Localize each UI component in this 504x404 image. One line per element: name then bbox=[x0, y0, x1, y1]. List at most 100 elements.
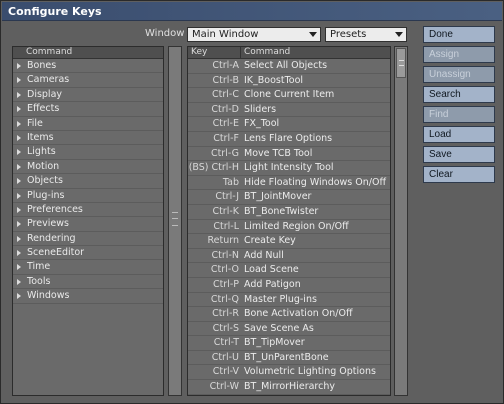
expand-arrow-icon[interactable] bbox=[17, 221, 21, 228]
key-cell: Return bbox=[207, 235, 239, 247]
expand-arrow-icon[interactable] bbox=[17, 250, 21, 257]
key-cell: Ctrl-F bbox=[213, 132, 239, 144]
expand-arrow-icon[interactable] bbox=[17, 206, 21, 213]
table-row[interactable]: Ctrl-S Save Scene As bbox=[188, 322, 390, 337]
command-cell: Move TCB Tool bbox=[244, 147, 313, 159]
table-row[interactable]: Ctrl-O Load Scene bbox=[188, 263, 390, 278]
expand-arrow-icon[interactable] bbox=[17, 178, 21, 185]
key-cell: Ctrl-N bbox=[211, 249, 239, 261]
table-row[interactable]: Ctrl-V Volumetric Lighting Options bbox=[188, 365, 390, 381]
command-cell: Lens Flare Options bbox=[244, 132, 333, 144]
command-cell: Bone Activation On/Off bbox=[244, 308, 353, 320]
command-cell: Master Plug-ins bbox=[244, 293, 317, 305]
command-cell: BT_JointMover bbox=[244, 191, 312, 203]
table-row[interactable]: Ctrl-U BT_UnParentBone bbox=[188, 351, 390, 366]
expand-arrow-icon[interactable] bbox=[17, 235, 21, 242]
table-row[interactable]: Ctrl-G Move TCB Tool bbox=[188, 147, 390, 162]
key-cell: Ctrl-C bbox=[212, 89, 239, 101]
window-dropdown[interactable]: Main Window bbox=[187, 27, 321, 42]
table-row[interactable]: Ctrl-R Bone Activation On/Off bbox=[188, 307, 390, 322]
tree-item[interactable]: Lights bbox=[13, 145, 163, 160]
tree-item[interactable]: Motion bbox=[13, 160, 163, 175]
table-row[interactable]: Ctrl-P Add Patigon bbox=[188, 278, 390, 293]
command-cell: Hide Floating Windows On/Off bbox=[244, 176, 386, 188]
search-button[interactable]: Search bbox=[423, 86, 495, 103]
tree-item[interactable]: Rendering bbox=[13, 232, 163, 247]
tree-item[interactable]: Cameras bbox=[13, 73, 163, 88]
expand-arrow-icon[interactable] bbox=[17, 278, 21, 285]
tree-item[interactable]: Items bbox=[13, 131, 163, 146]
expand-arrow-icon[interactable] bbox=[17, 120, 21, 127]
key-cell: Ctrl-A bbox=[212, 60, 239, 71]
table-row[interactable]: Tab Hide Floating Windows On/Off bbox=[188, 176, 390, 191]
table-row[interactable]: Ctrl-F Lens Flare Options bbox=[188, 132, 390, 147]
chevron-down-icon bbox=[309, 32, 317, 37]
tree-item[interactable]: Preferences bbox=[13, 203, 163, 218]
expand-arrow-icon[interactable] bbox=[17, 106, 21, 113]
key-table: Key Command Ctrl-A Select All Objects Ctrl… bbox=[187, 46, 391, 396]
command-cell: Select All Objects bbox=[244, 60, 328, 71]
command-cell: Light Intensity Tool bbox=[244, 162, 334, 174]
expand-arrow-icon[interactable] bbox=[17, 63, 21, 69]
assign-button[interactable]: Assign bbox=[423, 46, 495, 63]
scrollbar-thumb[interactable] bbox=[396, 48, 406, 78]
key-cell: Ctrl-W bbox=[209, 381, 239, 393]
presets-dropdown[interactable]: Presets bbox=[325, 27, 407, 42]
command-cell: IK_BoostTool bbox=[244, 74, 304, 86]
expand-arrow-icon[interactable] bbox=[17, 149, 21, 156]
table-row[interactable]: Ctrl-E FX_Tool bbox=[188, 117, 390, 132]
tree-item[interactable]: Previews bbox=[13, 217, 163, 232]
configure-keys-window: Configure Keys Window Main Window Preset… bbox=[0, 0, 504, 404]
tree-item[interactable]: SceneEditor bbox=[13, 246, 163, 261]
key-table-scrollbar[interactable] bbox=[394, 46, 408, 396]
table-row[interactable]: Return Create Key bbox=[188, 234, 390, 249]
tree-item[interactable]: Bones bbox=[13, 59, 163, 74]
table-row[interactable]: Ctrl-N Add Null bbox=[188, 249, 390, 264]
tree-item[interactable]: Effects bbox=[13, 102, 163, 117]
tree-item[interactable]: Windows bbox=[13, 289, 163, 304]
panel-splitter[interactable] bbox=[168, 46, 182, 396]
command-cell: Save Scene As bbox=[244, 322, 314, 334]
title-bar[interactable]: Configure Keys bbox=[2, 2, 502, 21]
table-row[interactable]: Ctrl-T BT_TipMover bbox=[188, 336, 390, 351]
table-row[interactable]: Ctrl-L Limited Region On/Off bbox=[188, 220, 390, 235]
table-row[interactable]: Ctrl-J BT_JointMover bbox=[188, 190, 390, 205]
table-row[interactable]: Ctrl-C Clone Current Item bbox=[188, 88, 390, 103]
tree-item[interactable]: File bbox=[13, 117, 163, 131]
tree-item[interactable]: Objects bbox=[13, 174, 163, 189]
expand-arrow-icon[interactable] bbox=[17, 77, 21, 84]
expand-arrow-icon[interactable] bbox=[17, 192, 21, 199]
tree-item-label: Preferences bbox=[27, 203, 83, 215]
load-button[interactable]: Load bbox=[423, 126, 495, 143]
table-row[interactable]: Ctrl-B IK_BoostTool bbox=[188, 74, 390, 89]
table-row[interactable]: (BS) Ctrl-H Light Intensity Tool bbox=[188, 161, 390, 176]
tree-item[interactable]: Display bbox=[13, 88, 163, 103]
find-button[interactable]: Find bbox=[423, 106, 495, 123]
table-row[interactable]: Ctrl-W BT_MirrorHierarchy bbox=[188, 380, 390, 395]
command-cell: Add Null bbox=[244, 249, 284, 261]
clear-button[interactable]: Clear bbox=[423, 166, 495, 183]
unassign-button[interactable]: Unassign bbox=[423, 66, 495, 83]
expand-arrow-icon[interactable] bbox=[17, 293, 21, 300]
expand-arrow-icon[interactable] bbox=[17, 163, 21, 170]
key-cell: Ctrl-J bbox=[215, 191, 239, 203]
grip-icon bbox=[172, 212, 178, 226]
save-button[interactable]: Save bbox=[423, 146, 495, 163]
tree-item[interactable]: Time bbox=[13, 260, 163, 275]
key-column-header[interactable]: Key bbox=[191, 47, 207, 58]
done-button[interactable]: Done bbox=[423, 26, 495, 43]
table-row[interactable]: Ctrl-A Select All Objects bbox=[188, 59, 390, 74]
table-row[interactable]: Ctrl-Q Master Plug-ins bbox=[188, 293, 390, 308]
command-tree-header[interactable]: Command bbox=[13, 47, 163, 59]
command-cell: FX_Tool bbox=[244, 118, 280, 130]
expand-arrow-icon[interactable] bbox=[17, 264, 21, 271]
table-row[interactable]: Ctrl-K BT_BoneTwister bbox=[188, 205, 390, 220]
tree-item[interactable]: Tools bbox=[13, 275, 163, 290]
expand-arrow-icon[interactable] bbox=[17, 134, 21, 141]
tree-item[interactable]: Plug-ins bbox=[13, 189, 163, 203]
command-cell: Add Patigon bbox=[244, 278, 301, 290]
column-divider[interactable] bbox=[240, 47, 241, 59]
expand-arrow-icon[interactable] bbox=[17, 91, 21, 98]
command-column-header[interactable]: Command bbox=[244, 47, 290, 58]
table-row[interactable]: Ctrl-D Sliders bbox=[188, 103, 390, 118]
